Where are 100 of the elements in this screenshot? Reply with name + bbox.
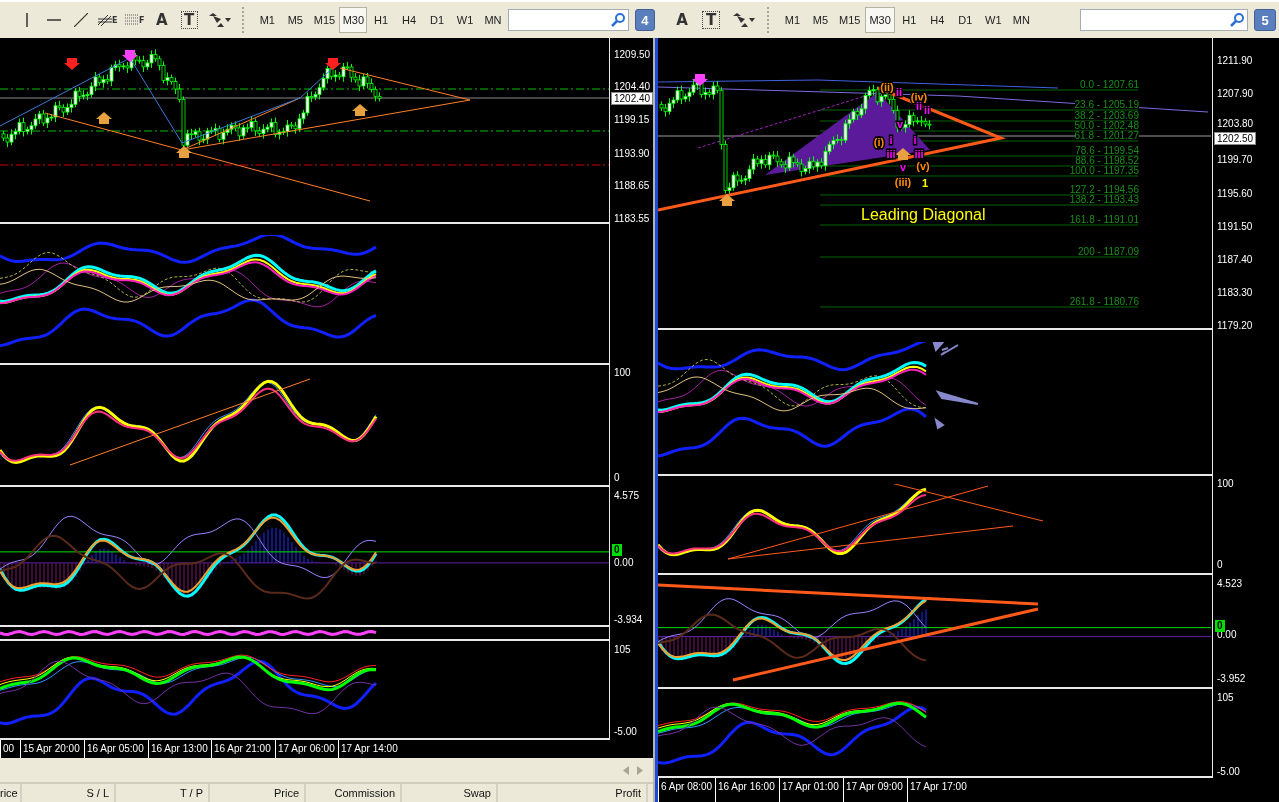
up-arrow-icon: [895, 148, 911, 160]
wave-count-label: (v): [916, 160, 930, 172]
text-label-tool[interactable]: T: [702, 11, 720, 29]
column-header[interactable]: rice: [0, 784, 22, 802]
axis-label: 100: [614, 366, 631, 379]
column-header[interactable]: S / L: [22, 784, 116, 802]
axis-label: 4.575: [614, 489, 640, 502]
fibonacci-level-label: 200 - 1187.09: [1078, 247, 1139, 256]
text-tool[interactable]: A: [668, 7, 696, 33]
timeframe-button[interactable]: M1: [253, 7, 281, 33]
fibonacci-levels-tool[interactable]: F: [121, 7, 148, 33]
timeframe-button[interactable]: W1: [451, 7, 479, 33]
scroll-right-icon[interactable]: [637, 765, 643, 775]
timeframe-button[interactable]: H1: [367, 7, 395, 33]
fibonacci-level-label: 0.0 - 1207.61: [1080, 80, 1139, 89]
up-arrow-icon: [719, 194, 735, 206]
time-axis-label: 17 Apr 09:00: [843, 778, 907, 802]
down-arrow-icon: [692, 74, 708, 86]
axis-label: 1183.30: [1217, 286, 1253, 299]
down-arrow-icon: [325, 58, 341, 70]
arrows-icon: [731, 13, 755, 27]
time-axis-label: 6 Apr 08:00: [658, 778, 715, 802]
fibonacci-level-label: 138.2 - 1193.43: [1069, 195, 1139, 204]
column-header[interactable]: Price: [210, 784, 306, 802]
column-header[interactable]: Commission: [306, 784, 402, 802]
axis-label: 1195.60: [1217, 187, 1253, 200]
up-arrow-icon: [176, 146, 192, 158]
dotted-lines-icon: [125, 14, 140, 26]
search-field[interactable]: [1080, 9, 1248, 31]
chart-annotation: Leading Diagonal: [861, 206, 986, 224]
wave-count-label: (iii): [894, 176, 912, 188]
timeframe-button[interactable]: MN: [479, 7, 507, 33]
fibonacci-level-label: 38.2 - 1203.69: [1074, 111, 1139, 120]
fibonacci-fan-tool[interactable]: E: [94, 7, 121, 33]
scroll-left-icon[interactable]: [623, 765, 629, 775]
axis-label: 0: [614, 471, 620, 484]
timeframe-button[interactable]: W1: [979, 7, 1007, 33]
timeframe-button[interactable]: H4: [395, 7, 423, 33]
wave-count-label: 1: [921, 177, 929, 189]
wave-count-label: i: [889, 134, 893, 146]
wave-count-label: i: [913, 134, 917, 146]
timeframe-button[interactable]: M5: [281, 7, 309, 33]
timeframe-button[interactable]: MN: [1007, 7, 1035, 33]
axis-label: 105: [1217, 691, 1234, 704]
axis-label: 1187.40: [1217, 253, 1253, 266]
axis-label: 1207.90: [1217, 87, 1254, 100]
text-label-tool[interactable]: T: [180, 11, 198, 29]
timeframe-button[interactable]: M15: [835, 7, 865, 33]
axis-label: 1211.90: [1217, 54, 1253, 67]
column-header[interactable]: T / P: [116, 784, 210, 802]
arrows-icon: [207, 13, 232, 27]
axis-label: 1204.40: [614, 80, 651, 93]
axis-label: 100: [1217, 477, 1234, 490]
fibonacci-level-label: 23.6 - 1205.19: [1074, 100, 1139, 109]
fibonacci-level-label: 61.8 - 1201.27: [1074, 131, 1139, 140]
text-tool[interactable]: A: [148, 7, 175, 33]
axis-label: 0.00: [614, 556, 634, 569]
axis-label: -5.00: [614, 725, 637, 738]
timeframe-button[interactable]: M30: [338, 7, 367, 33]
fibonacci-level-label: 127.2 - 1194.56: [1069, 185, 1139, 194]
search-field[interactable]: [507, 9, 629, 31]
fibonacci-level-label: 88.6 - 1198.52: [1075, 156, 1139, 165]
wave-count-label: (ii): [880, 81, 894, 93]
fibonacci-level-label: 100.0 - 1197.35: [1069, 166, 1139, 175]
hatched-lines-icon: [98, 13, 113, 27]
fibonacci-level-label: 50.0 - 1202.48: [1074, 121, 1139, 130]
wave-count-label: v: [899, 161, 907, 173]
axis-label: 1199.15: [614, 113, 650, 126]
wave-count-label: (i): [873, 136, 885, 148]
timeframe-button[interactable]: D1: [423, 7, 451, 33]
axis-label: 0: [1217, 558, 1223, 571]
timeframe-button[interactable]: H4: [923, 7, 951, 33]
timeframe-button[interactable]: M5: [807, 7, 834, 33]
axis-label: 1193.90: [614, 147, 650, 160]
current-price-label: 1202.40: [611, 92, 654, 105]
axis-label: 1183.55: [614, 212, 650, 225]
message-count-badge[interactable]: 4: [634, 9, 656, 31]
fibonacci-level-label: 261.8 - 1180.76: [1069, 297, 1139, 306]
timeframe-button[interactable]: M30: [865, 7, 895, 33]
time-axis-label: 16 Apr 16:00: [715, 778, 779, 802]
search-icon: [610, 13, 625, 27]
axis-label: -3.934: [614, 613, 643, 626]
axis-label: 1199.70: [1217, 153, 1253, 166]
axis-label: 1191.50: [1217, 220, 1253, 233]
axis-label: 1203.80: [1217, 117, 1254, 130]
down-arrow-icon: [122, 50, 138, 62]
timeframe-button[interactable]: M1: [779, 7, 806, 33]
axis-label: 4.523: [1217, 577, 1243, 590]
timeframe-button[interactable]: H1: [895, 7, 923, 33]
horizontal-line-icon: [46, 18, 61, 22]
vertical-line-icon: [24, 13, 29, 27]
search-icon: [1230, 13, 1244, 27]
column-header[interactable]: Profit: [498, 784, 648, 802]
column-header[interactable]: Swap: [402, 784, 498, 802]
timeframe-button[interactable]: D1: [951, 7, 979, 33]
message-count-badge[interactable]: 5: [1254, 9, 1276, 31]
axis-label: 1188.65: [614, 179, 650, 192]
timeframe-button[interactable]: M15: [309, 7, 338, 33]
axis-label: -5.00: [1217, 765, 1240, 778]
axis-label: 1209.50: [614, 48, 651, 61]
